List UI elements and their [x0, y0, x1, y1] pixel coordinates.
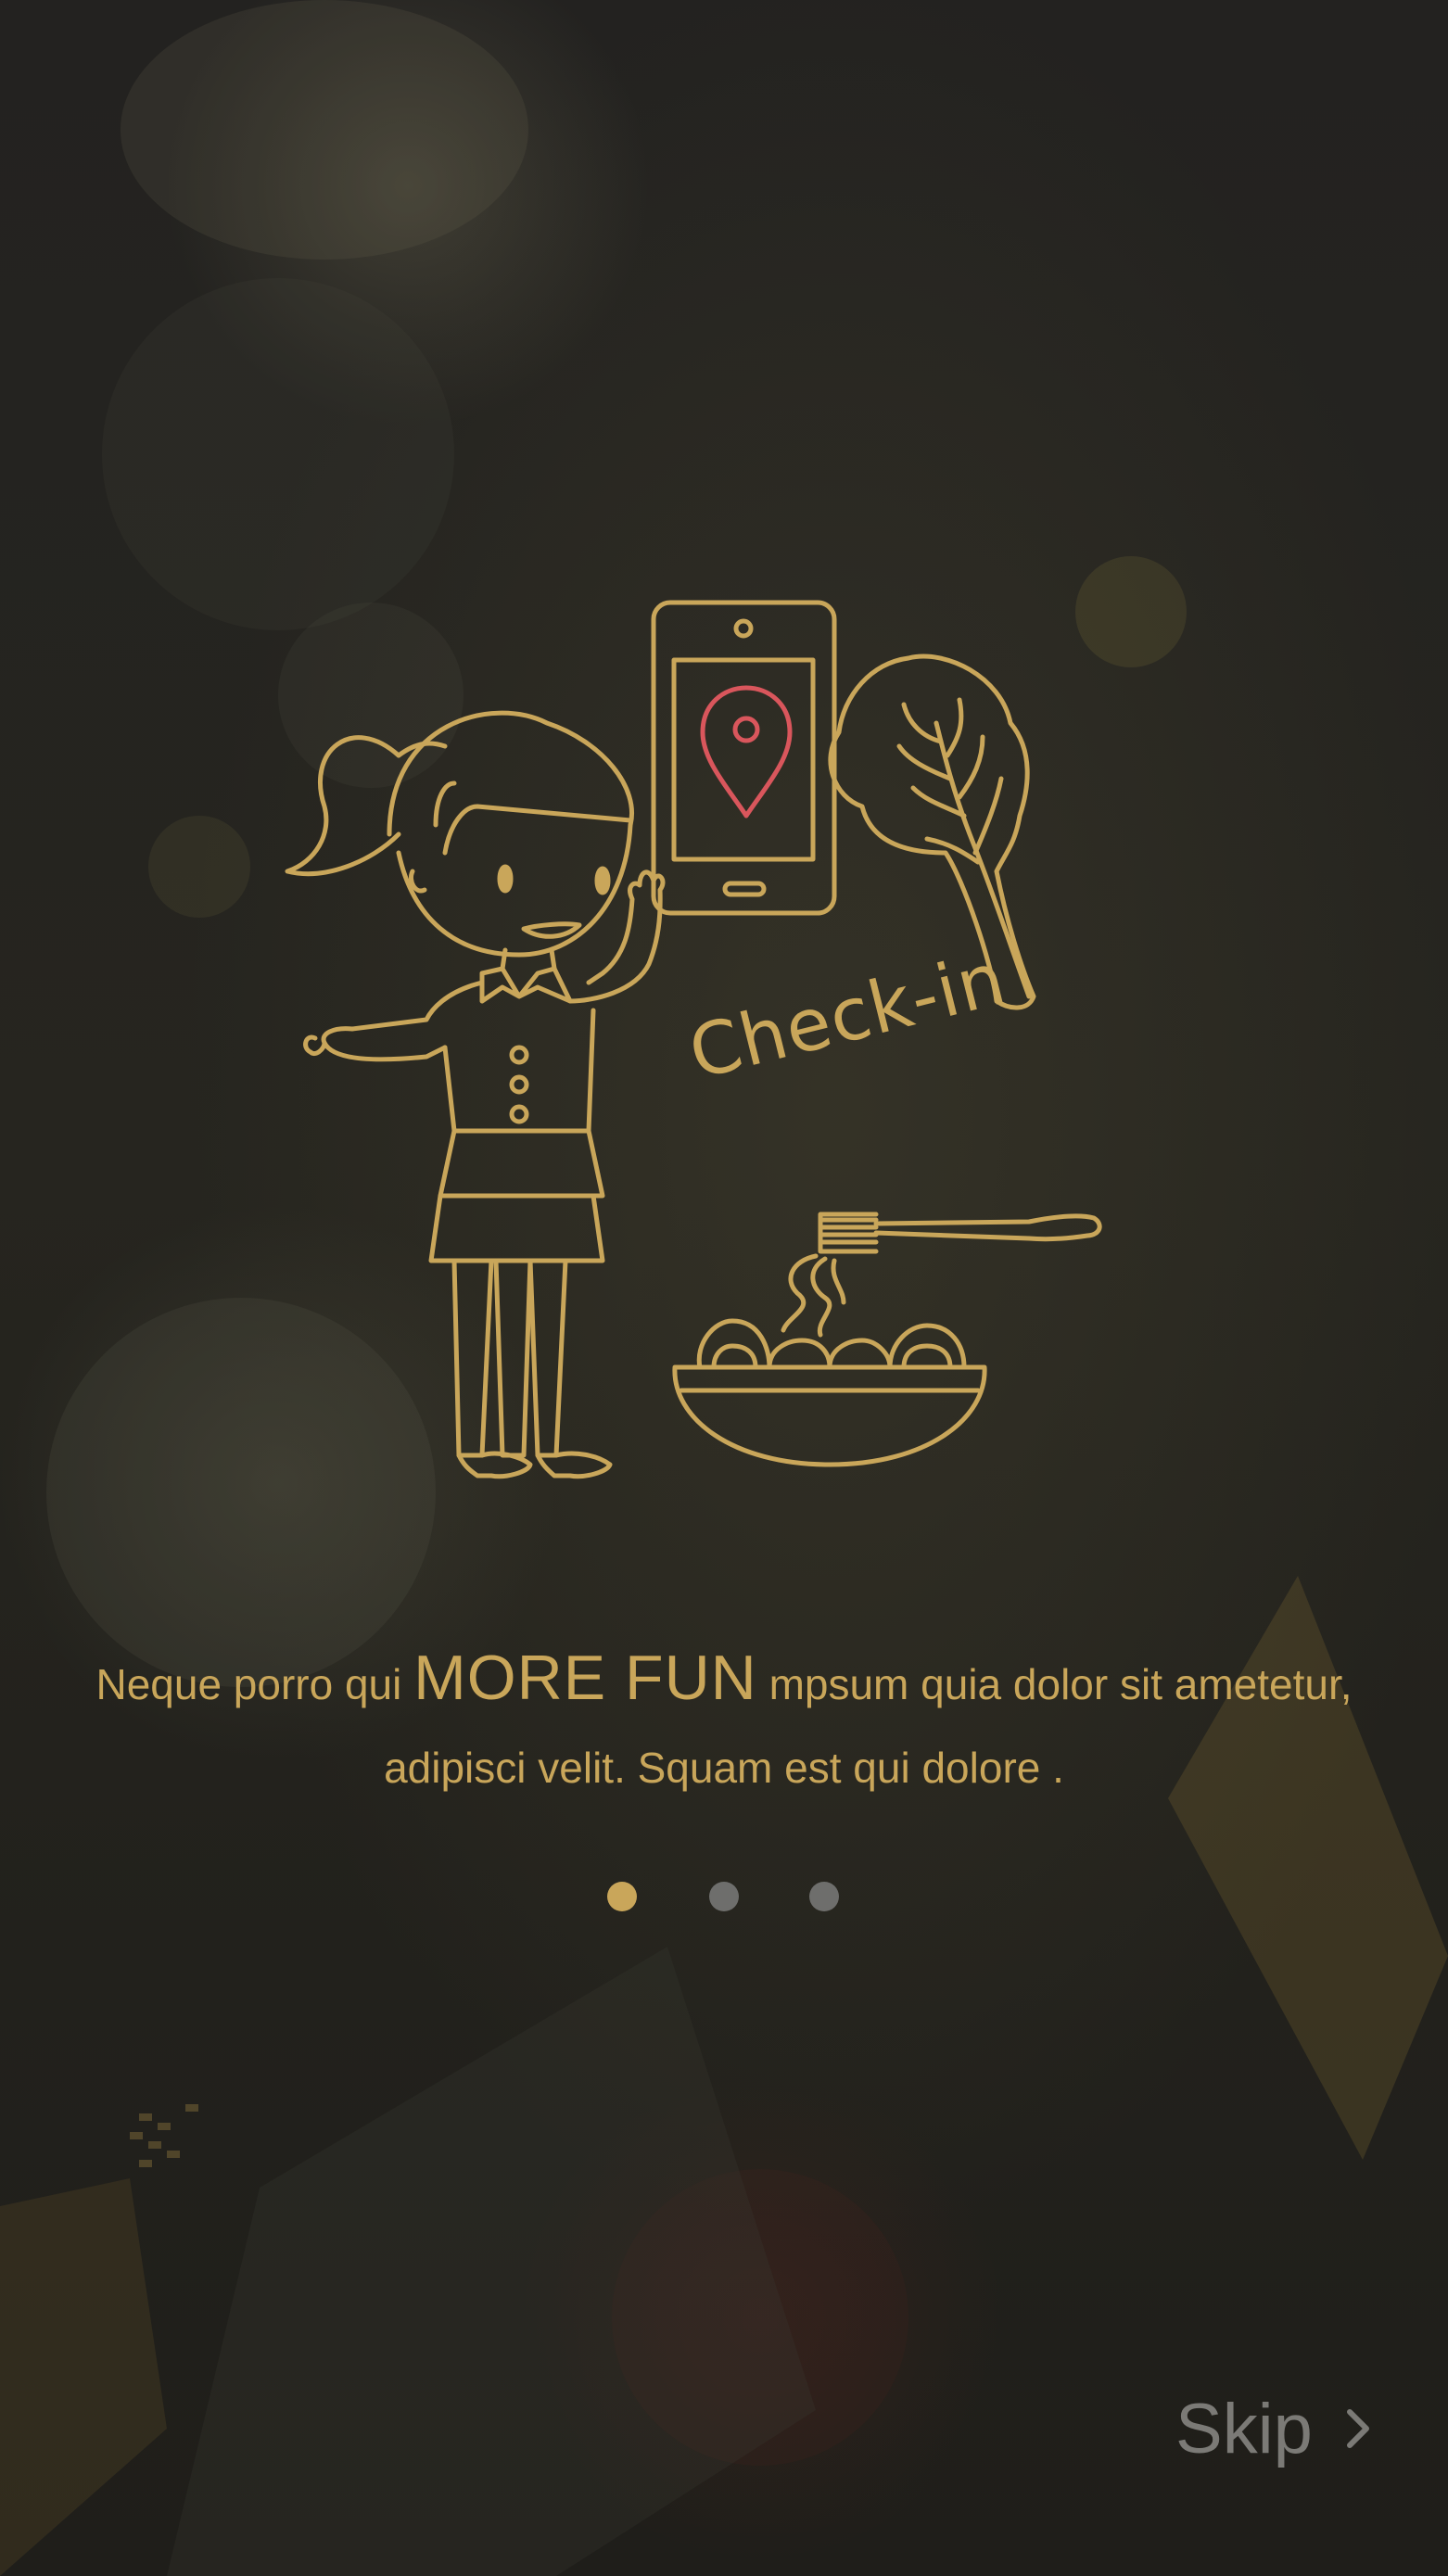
bokeh-light: [612, 2169, 908, 2466]
skip-button[interactable]: Skip: [1175, 2382, 1378, 2475]
page-dot-2[interactable]: [709, 1882, 739, 1911]
page-dot-3[interactable]: [809, 1882, 839, 1911]
intro-highlight: MORE FUN: [413, 1643, 757, 1713]
dark-shard-decoration: [167, 1947, 816, 2576]
gold-shard-decoration: [0, 2104, 198, 2576]
chevron-right-icon: [1346, 2409, 1369, 2448]
map-pin-icon: [700, 685, 793, 818]
smartphone-icon: [651, 600, 837, 916]
intro-text-before: Neque porro qui: [95, 1660, 414, 1708]
bokeh-light: [121, 0, 528, 260]
page-dot-1[interactable]: [607, 1882, 637, 1911]
intro-text: Neque porro qui MORE FUN mpsum quia dolo…: [74, 1636, 1374, 1809]
page-indicator: [607, 1882, 848, 1915]
bowl-icon: [672, 1318, 987, 1467]
noodles-icon: [781, 1253, 846, 1338]
fork-icon: [818, 1212, 1102, 1254]
skip-label: Skip: [1175, 2389, 1313, 2468]
onboarding-screen: Check-in Neque porro qui MORE FUN mpsum …: [0, 0, 1448, 2576]
girl-character: [285, 710, 666, 1479]
bokeh-light: [148, 816, 250, 918]
